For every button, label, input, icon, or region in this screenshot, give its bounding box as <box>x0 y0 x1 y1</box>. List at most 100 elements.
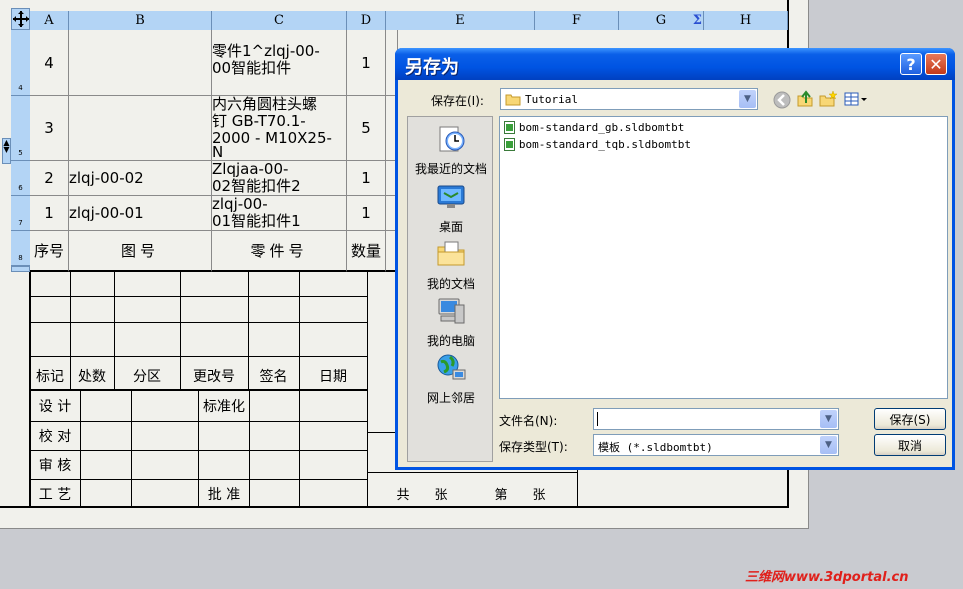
cancel-button[interactable]: 取消 <box>874 434 946 456</box>
place-desktop-label: 桌面 <box>438 220 463 234</box>
filename-input[interactable]: ▼ <box>593 408 839 430</box>
label-sheet-no: 第 <box>494 487 508 503</box>
folder-icon <box>505 94 521 106</box>
save-button[interactable]: 保存(S) <box>874 408 946 430</box>
part-name-line: 02智能扣件2 <box>212 177 301 195</box>
file-list[interactable]: bom-standard_gb.sldbomtbt bom-standard_t… <box>499 116 948 399</box>
save-in-value: Tutorial <box>525 93 578 106</box>
place-my-documents-label: 我的文档 <box>426 277 475 291</box>
filename-label: 文件名(N): <box>499 414 558 428</box>
column-header-a[interactable]: A <box>30 11 69 30</box>
sldbomtbt-file-icon <box>504 121 515 134</box>
label-process: 工 艺 <box>38 487 72 503</box>
dialog-titlebar[interactable]: 另存为 ? ✕ <box>395 48 955 80</box>
table-move-handle[interactable] <box>11 8 30 30</box>
move-icon <box>12 11 29 27</box>
rev-label-change-no: 更改号 <box>193 369 235 385</box>
part-name-line: 钉 GB-T70.1- <box>212 112 306 130</box>
new-folder-icon[interactable] <box>819 90 837 108</box>
part-name-line: N <box>212 143 224 161</box>
row-header-8[interactable]: 8 <box>11 231 30 266</box>
file-item[interactable]: bom-standard_tqb.sldbomtbt <box>504 137 691 151</box>
sldbomtbt-file-icon <box>504 138 515 151</box>
bom-header-drawing-no: 图号 <box>69 231 212 272</box>
my-computer-icon <box>438 298 465 324</box>
bom-cell-qty: 1 <box>347 30 386 96</box>
row-header-4[interactable]: 4 <box>11 30 30 96</box>
row-header-6[interactable]: 6 <box>11 161 30 196</box>
place-network[interactable]: 网上邻居 <box>408 352 494 406</box>
text-cursor <box>597 412 598 426</box>
place-my-documents[interactable]: 我的文档 <box>408 238 494 292</box>
rev-label-signature: 签名 <box>259 369 288 385</box>
bom-cell-drawing-no: zlqj-00-01 <box>69 196 212 231</box>
place-my-computer[interactable]: 我的电脑 <box>408 295 494 349</box>
rev-label-count: 处数 <box>78 369 106 385</box>
bom-cell-drawing-no <box>69 96 212 161</box>
column-header-c[interactable]: C <box>212 11 347 30</box>
column-header-d[interactable]: D <box>347 11 386 30</box>
view-menu-icon[interactable] <box>844 91 870 107</box>
save-in-dropdown[interactable]: Tutorial ▼ <box>500 88 758 110</box>
place-recent[interactable]: 我最近的文档 <box>408 123 494 177</box>
bom-cell-seq: 2 <box>30 161 69 196</box>
bom-cell-part-name: Zlqjaa-00- 02智能扣件2 <box>212 161 347 196</box>
rev-label-zone: 分区 <box>133 369 161 385</box>
part-name-line: 01智能扣件1 <box>212 212 301 230</box>
part-name-line: 零件1^zlqj-00- <box>212 42 320 60</box>
help-button[interactable]: ? <box>900 53 922 75</box>
row-header-5[interactable]: 5 <box>11 96 30 161</box>
row-header-7[interactable]: 7 <box>11 196 30 231</box>
column-header-h[interactable]: H <box>704 11 788 30</box>
place-my-computer-label: 我的电脑 <box>426 334 475 348</box>
places-bar: 我最近的文档 桌面 我的文档 我的电脑 网上邻居 <box>407 116 493 462</box>
label-review: 审 核 <box>38 458 72 474</box>
rev-label-date: 日期 <box>319 369 347 385</box>
label-sheets: 张 <box>434 487 448 503</box>
bom-cell-drawing-no: zlqj-00-02 <box>69 161 212 196</box>
filetype-value: 模板 (*.sldbomtbt) <box>598 441 713 454</box>
desktop-icon <box>437 185 465 208</box>
my-documents-icon <box>437 241 465 266</box>
bom-cell-part-name: 零件1^zlqj-00- 00智能扣件 <box>212 30 347 96</box>
label-total: 共 <box>396 487 410 503</box>
titleblock-divider <box>367 272 368 508</box>
column-header-f[interactable]: F <box>535 11 619 30</box>
part-name-line: zlqj-00- <box>212 196 268 213</box>
table-side-handle[interactable]: ▲ ▼ <box>2 138 11 164</box>
filetype-dropdown[interactable]: 模板 (*.sldbomtbt) ▼ <box>593 434 839 456</box>
rev-label-mark: 标记 <box>36 369 64 385</box>
back-icon[interactable] <box>773 91 791 109</box>
bom-header-qty: 数量 <box>347 231 386 272</box>
up-folder-icon[interactable] <box>796 90 814 108</box>
bom-cell-part-name: zlqj-00- 01智能扣件1 <box>212 196 347 231</box>
row-resize-handle[interactable] <box>11 266 30 272</box>
save-as-dialog: 另存为 ? ✕ 保存在(I): Tutorial ▼ 我最近的文档 桌面 我的文… <box>395 48 955 470</box>
filetype-label: 保存类型(T): <box>499 440 568 454</box>
close-button[interactable]: ✕ <box>925 53 947 75</box>
sheet-count-top-line <box>367 472 577 473</box>
place-desktop[interactable]: 桌面 <box>408 181 494 235</box>
file-name: bom-standard_tqb.sldbomtbt <box>518 138 692 151</box>
network-places-icon <box>437 354 466 380</box>
place-network-label: 网上邻居 <box>426 391 475 405</box>
chevron-down-icon[interactable]: ▼ <box>820 410 837 428</box>
dialog-title: 另存为 <box>405 57 459 78</box>
watermark: 三维网www.3dportal.cn <box>745 570 909 585</box>
bom-cell-seq: 1 <box>30 196 69 231</box>
sum-icon: Σ <box>692 13 702 28</box>
part-name-line: 2000 - M10X25- <box>212 129 332 147</box>
column-header-g[interactable]: GΣ <box>619 11 704 30</box>
bom-header-seq: 序号 <box>30 231 69 272</box>
column-header-b[interactable]: B <box>69 11 212 30</box>
chevron-down-icon[interactable]: ▼ <box>820 436 837 454</box>
label-sheets-2: 张 <box>532 487 546 503</box>
label-design: 设 计 <box>38 399 72 415</box>
chevron-down-icon[interactable]: ▼ <box>739 90 756 108</box>
bom-cell-drawing-no <box>69 30 212 96</box>
column-header-e[interactable]: E <box>386 11 535 30</box>
file-item[interactable]: bom-standard_gb.sldbomtbt <box>504 120 684 134</box>
part-name-line: 内六角圆柱头螺 <box>212 96 318 113</box>
titleblock-mid-line <box>367 432 395 433</box>
part-name-line: Zlqjaa-00- <box>212 161 289 178</box>
